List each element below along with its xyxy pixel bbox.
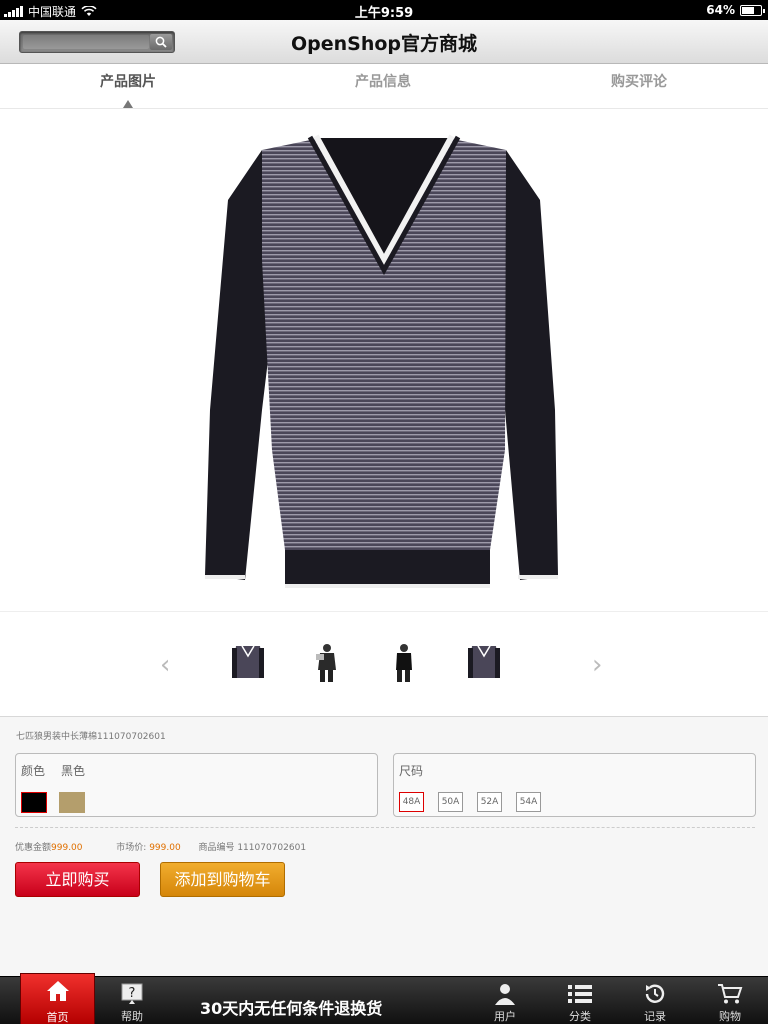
discount-label: 优惠金额 <box>15 843 52 853</box>
product-info-panel: 七匹狼男装中长薄棉111070702601 颜色 黑色 尺码 48A 50A 5… <box>0 716 768 978</box>
thumbnail-strip: ‹ › <box>0 630 768 700</box>
chevron-left-icon[interactable]: ‹ <box>160 650 170 680</box>
market-price-label: 市场价: <box>116 843 147 853</box>
info-divider <box>15 827 755 828</box>
home-icon <box>21 978 94 1004</box>
price-line: 优惠金额999.00 市场价: 999.00 商品编号 111070702601 <box>15 840 306 853</box>
color-swatch-black[interactable] <box>21 792 47 813</box>
tabbar-label-cart: 购物 <box>719 1010 741 1023</box>
thumbnail-4[interactable] <box>464 640 504 684</box>
tab-product-images[interactable]: 产品图片 <box>48 71 208 91</box>
list-icon <box>544 981 616 1007</box>
bottom-tab-bar: 首页 ? 帮助 30天内无任何条件退换货 用户 分类 记录 购物 <box>0 973 768 1024</box>
page-title: OpenShop官方商城 <box>290 33 478 55</box>
size-option-48a[interactable]: 48A <box>399 792 424 812</box>
thumbnail-1[interactable] <box>228 640 268 684</box>
tabbar-history[interactable]: 记录 <box>619 977 691 1024</box>
tabbar-label-categories: 分类 <box>569 1010 591 1023</box>
main-product-image[interactable] <box>0 110 768 610</box>
color-value: 黑色 <box>61 764 86 778</box>
cart-icon <box>694 981 766 1007</box>
navigation-bar: OpenShop官方商城 <box>0 20 768 64</box>
status-right: 64% <box>706 3 765 17</box>
help-icon: ? <box>96 981 168 1007</box>
thumbnail-3[interactable] <box>384 640 424 684</box>
image-divider <box>0 611 768 612</box>
market-price: 999.00 <box>149 843 181 853</box>
active-tab-indicator <box>123 100 133 108</box>
tabbar-user[interactable]: 用户 <box>469 977 541 1024</box>
thumbnail-2[interactable] <box>306 640 346 684</box>
color-label: 颜色 <box>21 764 46 778</box>
size-option-50a[interactable]: 50A <box>438 792 463 812</box>
tabbar-label-user: 用户 <box>494 1010 516 1023</box>
promo-text: 30天内无任何条件退换货 <box>200 999 383 1018</box>
sweater-image <box>205 134 558 588</box>
color-swatch-khaki[interactable] <box>59 792 85 813</box>
tab-reviews[interactable]: 购买评论 <box>559 71 719 91</box>
buy-now-button[interactable]: 立即购买 <box>15 862 140 897</box>
status-time: 上午9:59 <box>354 6 414 21</box>
product-tabs: 产品图片 产品信息 购买评论 <box>0 65 768 109</box>
tabbar-label-help: 帮助 <box>121 1010 143 1023</box>
user-icon <box>469 981 541 1007</box>
history-icon <box>619 981 691 1007</box>
color-selector: 颜色 黑色 <box>15 753 378 817</box>
tabbar-categories[interactable]: 分类 <box>544 977 616 1024</box>
status-bar: 中国联通 上午9:59 64% <box>0 0 768 21</box>
size-option-52a[interactable]: 52A <box>477 792 502 812</box>
svg-text:?: ? <box>129 986 136 1001</box>
battery-icon <box>740 4 765 16</box>
sku-value: 111070702601 <box>237 843 307 853</box>
sku-label: 商品编号 <box>198 843 235 853</box>
tabbar-cart[interactable]: 购物 <box>694 977 766 1024</box>
chevron-right-icon[interactable]: › <box>592 650 602 680</box>
tabbar-home[interactable]: 首页 <box>20 973 95 1024</box>
tab-product-info[interactable]: 产品信息 <box>303 71 463 91</box>
discount-price: 999.00 <box>51 843 83 853</box>
battery-percent: 64% <box>706 3 735 17</box>
add-to-cart-button[interactable]: 添加到购物车 <box>160 862 285 897</box>
size-option-54a[interactable]: 54A <box>516 792 541 812</box>
product-name: 七匹狼男装中长薄棉111070702601 <box>16 732 166 742</box>
tabbar-label-home: 首页 <box>46 1011 69 1024</box>
tabbar-help[interactable]: ? 帮助 <box>96 977 168 1024</box>
tabbar-label-history: 记录 <box>644 1010 666 1023</box>
size-label: 尺码 <box>399 764 424 778</box>
size-selector: 尺码 48A 50A 52A 54A <box>393 753 756 817</box>
